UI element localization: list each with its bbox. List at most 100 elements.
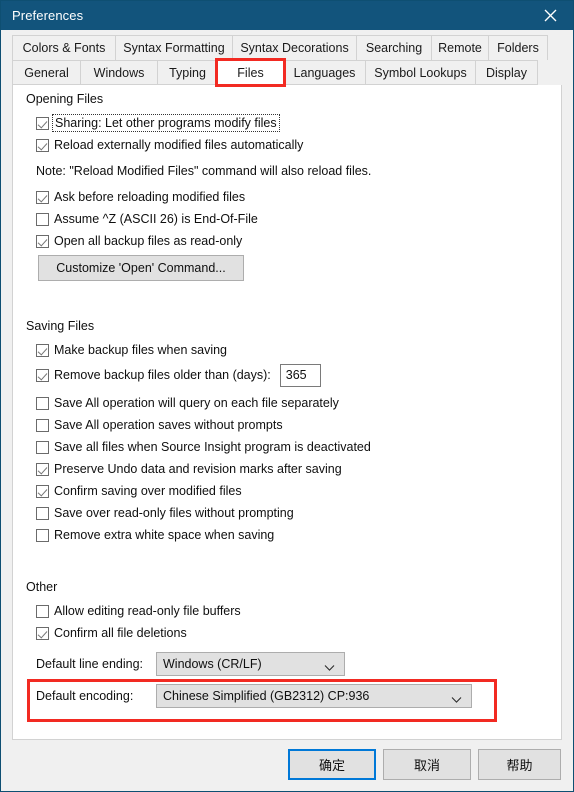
checkbox-confirm-saving-over[interactable]	[36, 484, 49, 498]
tab-label: Symbol Lookups	[374, 65, 467, 80]
checkbox-reload-externally[interactable]	[36, 138, 49, 152]
tab-windows[interactable]: Windows	[80, 60, 158, 85]
tab-syntax-formatting[interactable]: Syntax Formatting	[115, 35, 233, 60]
checkbox-row-save-all-no-prompt[interactable]: Save All operation saves without prompts	[13, 414, 561, 436]
checkbox-row-save-all-query[interactable]: Save All operation will query on each fi…	[13, 392, 561, 414]
checkbox-label-confirm-file-deletions: Confirm all file deletions	[54, 626, 187, 640]
checkbox-label-ask-before-reloading: Ask before reloading modified files	[54, 190, 246, 204]
tab-typing[interactable]: Typing	[157, 60, 218, 85]
tab-files[interactable]: Files	[215, 58, 286, 87]
checkbox-row-sharing[interactable]: Sharing: Let other programs modify files	[13, 112, 561, 134]
checkbox-row-remove-backup-older[interactable]: Remove backup files older than (days): 3…	[13, 361, 561, 389]
checkbox-label-save-on-deactivate: Save all files when Source Insight progr…	[54, 440, 371, 454]
checkbox-remove-backup-older[interactable]	[36, 368, 49, 382]
checkbox-open-backup-readonly[interactable]	[36, 234, 49, 248]
default-line-ending-label: Default line ending:	[36, 657, 144, 671]
tab-label: General	[24, 65, 69, 80]
checkbox-preserve-undo[interactable]	[36, 462, 49, 476]
checkbox-save-on-deactivate[interactable]	[36, 440, 49, 454]
titlebar: Preferences	[1, 1, 573, 30]
checkbox-row-ask-before-reloading[interactable]: Ask before reloading modified files	[13, 186, 561, 208]
checkbox-label-reload-externally: Reload externally modified files automat…	[54, 138, 304, 152]
checkbox-row-reload-externally[interactable]: Reload externally modified files automat…	[13, 134, 561, 156]
checkbox-label-make-backup: Make backup files when saving	[54, 343, 228, 357]
tab-searching[interactable]: Searching	[356, 35, 432, 60]
tab-folders[interactable]: Folders	[488, 35, 548, 60]
customize-open-command-label: Customize 'Open' Command...	[56, 261, 226, 275]
checkbox-save-over-readonly[interactable]	[36, 506, 49, 520]
group-header-other: Other	[13, 580, 561, 594]
backup-days-value: 365	[285, 368, 307, 382]
tab-label: Windows	[93, 65, 145, 80]
default-line-ending-row: Default line ending: Windows (CR/LF)	[36, 652, 345, 676]
checkbox-sharing[interactable]	[36, 116, 49, 130]
checkbox-save-all-no-prompt[interactable]	[36, 418, 49, 432]
chevron-down-icon	[324, 661, 335, 671]
checkbox-save-all-query[interactable]	[36, 396, 49, 410]
checkbox-row-make-backup[interactable]: Make backup files when saving	[13, 339, 561, 361]
ok-button-label: 确定	[318, 758, 345, 773]
checkbox-make-backup[interactable]	[36, 343, 49, 357]
help-button-label: 帮助	[506, 758, 533, 773]
checkbox-row-confirm-file-deletions[interactable]: Confirm all file deletions	[13, 622, 561, 644]
help-button[interactable]: 帮助	[478, 749, 561, 780]
checkbox-label-allow-editing-readonly: Allow editing read-only file buffers	[54, 604, 241, 618]
checkbox-row-save-on-deactivate[interactable]: Save all files when Source Insight progr…	[13, 436, 561, 458]
customize-open-command-button[interactable]: Customize 'Open' Command...	[38, 255, 244, 281]
group-other: Other Allow editing read-only file buffe…	[13, 580, 561, 708]
checkbox-row-assume-ctrl-z[interactable]: Assume ^Z (ASCII 26) is End-Of-File	[13, 208, 561, 230]
checkbox-remove-white-space[interactable]	[36, 528, 49, 542]
checkbox-assume-ctrl-z[interactable]	[36, 212, 49, 226]
checkbox-row-allow-editing-readonly[interactable]: Allow editing read-only file buffers	[13, 600, 561, 622]
group-title-other: Other	[26, 580, 58, 594]
tab-label: Searching	[365, 41, 423, 55]
tab-strip: Colors & Fonts Syntax Formatting Syntax De…	[1, 30, 573, 87]
checkbox-row-preserve-undo[interactable]: Preserve Undo data and revision marks af…	[13, 458, 561, 480]
default-encoding-value: Chinese Simplified (GB2312) CP:936	[163, 689, 370, 703]
backup-days-input[interactable]: 365	[279, 363, 321, 387]
checkbox-label-save-all-no-prompt: Save All operation saves without prompts	[54, 418, 283, 432]
checkbox-label-confirm-saving-over: Confirm saving over modified files	[54, 484, 242, 498]
tab-row-1: Colors & Fonts Syntax Formatting Syntax De…	[1, 35, 573, 60]
default-line-ending-combo[interactable]: Windows (CR/LF)	[156, 652, 345, 676]
default-encoding-combo[interactable]: Chinese Simplified (GB2312) CP:936	[156, 684, 472, 708]
checkbox-confirm-file-deletions[interactable]	[36, 626, 49, 640]
cancel-button-label: 取消	[413, 758, 440, 773]
tab-general[interactable]: General	[12, 60, 81, 85]
window-title: Preferences	[12, 8, 84, 23]
tab-display[interactable]: Display	[475, 60, 538, 85]
checkbox-row-remove-white-space[interactable]: Remove extra white space when saving	[13, 524, 561, 546]
tab-symbol-lookups[interactable]: Symbol Lookups	[365, 60, 476, 85]
note-reload-modified-files: Note: "Reload Modified Files" command wi…	[36, 164, 372, 178]
ok-button[interactable]: 确定	[288, 749, 376, 780]
preferences-dialog: Preferences Colors & Fonts Syntax Formatt…	[0, 0, 574, 792]
checkbox-label-save-over-readonly: Save over read-only files without prompt…	[54, 506, 294, 520]
checkbox-label-remove-white-space: Remove extra white space when saving	[54, 528, 275, 542]
tab-label: Languages	[293, 65, 356, 80]
group-saving-files: Saving Files Make backup files when savi…	[13, 319, 561, 546]
group-header-saving-files: Saving Files	[13, 319, 561, 333]
checkbox-row-open-backup-readonly[interactable]: Open all backup files as read-only	[13, 230, 561, 252]
cancel-button[interactable]: 取消	[383, 749, 471, 780]
checkbox-ask-before-reloading[interactable]	[36, 190, 49, 204]
tab-label: Folders	[497, 41, 539, 55]
tab-syntax-decorations[interactable]: Syntax Decorations	[232, 35, 357, 60]
checkbox-row-save-over-readonly[interactable]: Save over read-only files without prompt…	[13, 502, 561, 524]
checkbox-label-open-backup-readonly: Open all backup files as read-only	[54, 234, 243, 248]
tab-label: Remote	[438, 41, 482, 55]
chevron-down-icon	[451, 693, 462, 703]
tab-label: Files	[237, 65, 264, 80]
tab-colors-fonts[interactable]: Colors & Fonts	[12, 35, 116, 60]
tab-remote[interactable]: Remote	[431, 35, 489, 60]
default-encoding-label: Default encoding:	[36, 689, 134, 703]
checkbox-label-save-all-query: Save All operation will query on each fi…	[54, 396, 339, 410]
tab-languages[interactable]: Languages	[283, 60, 366, 85]
files-tab-panel: Opening Files Sharing: Let other program…	[12, 85, 562, 740]
checkbox-label-preserve-undo: Preserve Undo data and revision marks af…	[54, 462, 342, 476]
checkbox-allow-editing-readonly[interactable]	[36, 604, 49, 618]
checkbox-label-sharing: Sharing: Let other programs modify files	[52, 114, 280, 132]
checkbox-row-confirm-saving-over[interactable]: Confirm saving over modified files	[13, 480, 561, 502]
close-icon[interactable]	[527, 1, 573, 30]
tab-label: Colors & Fonts	[22, 41, 106, 55]
group-opening-files: Opening Files Sharing: Let other program…	[13, 92, 561, 281]
